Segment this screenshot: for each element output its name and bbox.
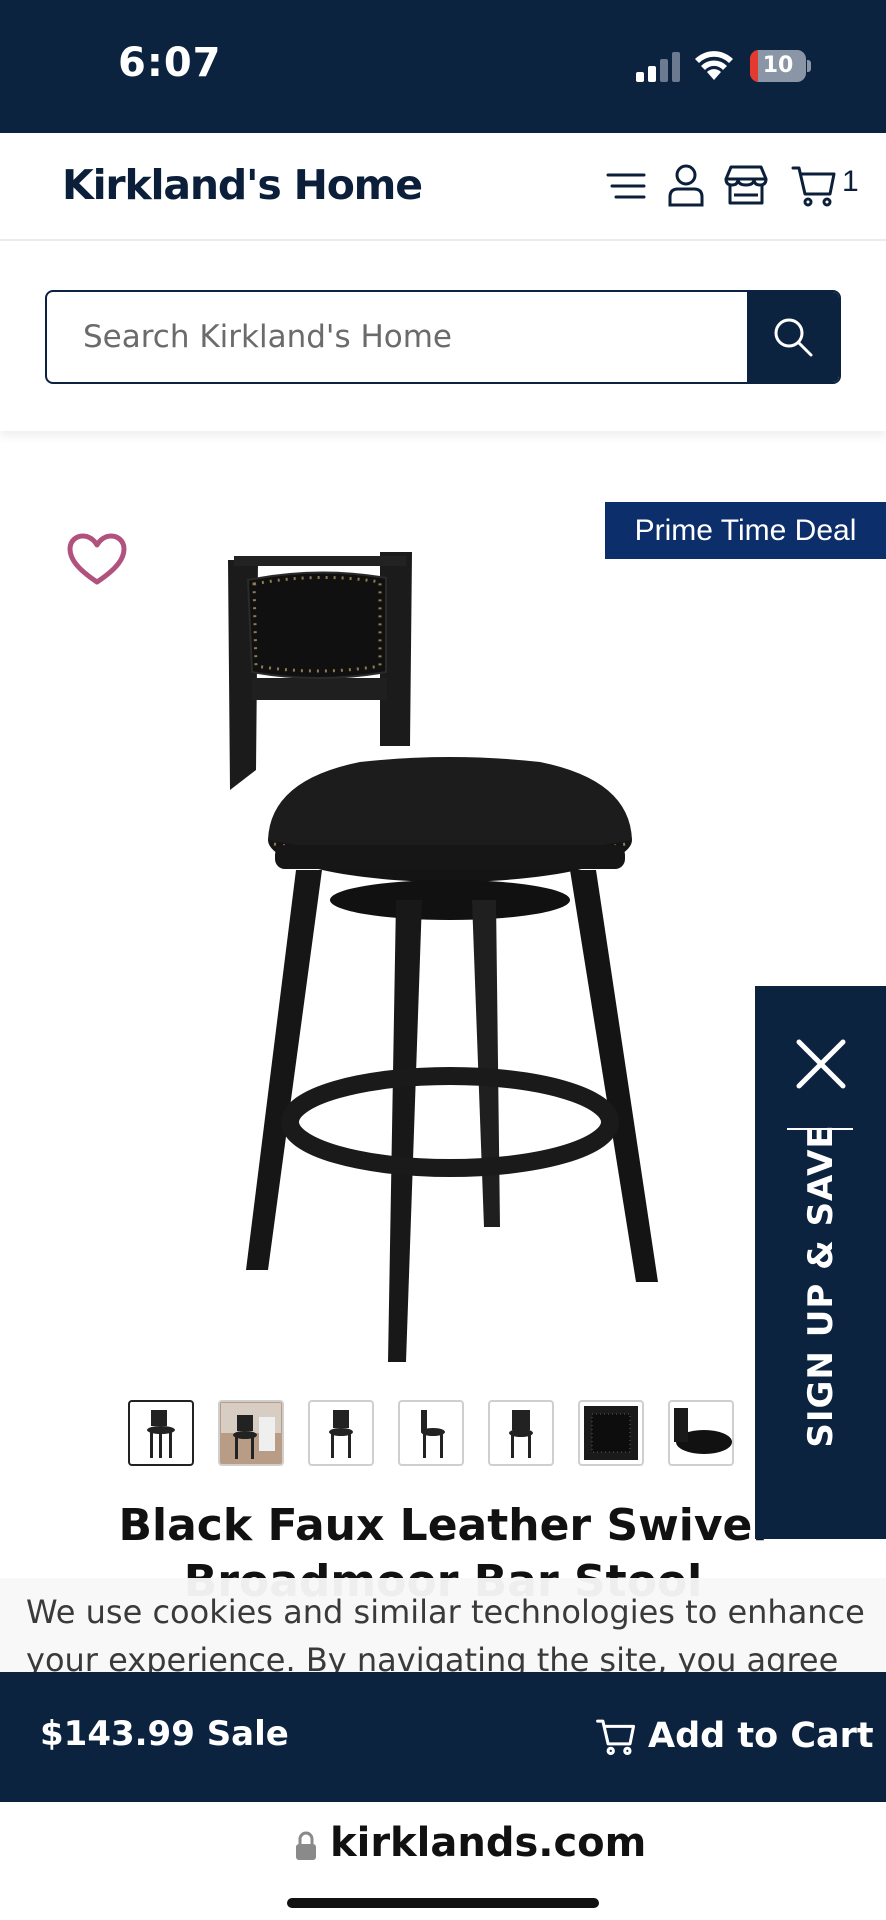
user-icon[interactable] [662,161,710,209]
product-title-line-1: Black Faux Leather Swivel [118,1500,768,1551]
sale-price: $143.99 Sale [40,1714,289,1754]
heart-icon[interactable] [66,532,128,588]
page: 6:07 10 Kirkland's Home 1 Search Kirklan… [0,0,886,1920]
browser-url-bar: kirklands.com [0,1802,886,1920]
cookie-banner: We use cookies and similar technologies … [0,1578,886,1672]
product-image[interactable] [210,500,680,1400]
signup-label[interactable]: SIGN UP & SAVE [801,1124,841,1447]
close-icon[interactable] [793,1036,849,1092]
search-input[interactable] [47,292,749,382]
sticky-purchase-bar: $143.99 Sale Add to Cart [0,1672,886,1802]
search-bar [45,290,841,384]
thumbnail-1[interactable] [128,1400,194,1466]
search-button[interactable] [747,292,839,382]
menu-icon[interactable] [602,161,650,209]
thumbnail-4[interactable] [398,1400,464,1466]
add-to-cart-button[interactable]: Add to Cart [594,1708,874,1764]
battery-indicator: 10 [750,50,812,82]
thumbnail-7[interactable] [668,1400,734,1466]
site-header: Kirkland's Home 1 [0,133,886,241]
site-logo[interactable]: Kirkland's Home [62,161,423,209]
cart-icon [596,1719,636,1756]
search-section [0,241,886,431]
cart-icon[interactable] [790,161,838,209]
signup-save-tab[interactable]: SIGN UP & SAVE [755,986,886,1539]
lock-icon [296,1831,316,1860]
cookie-text: We use cookies and similar technologies … [26,1593,865,1672]
url-domain[interactable]: kirklands.com [330,1820,646,1866]
status-bar: 6:07 10 [0,0,886,133]
thumbnail-2[interactable] [218,1400,284,1466]
wifi-icon [695,51,733,80]
home-indicator[interactable] [287,1898,599,1908]
search-icon [774,318,813,357]
status-time: 6:07 [118,40,222,86]
product-gallery: Prime Time Deal Black Faux Leather Swive… [0,460,886,1700]
thumbnail-6[interactable] [578,1400,644,1466]
add-to-cart-label[interactable]: Add to Cart [648,1716,874,1756]
cellular-signal-icon [636,52,680,82]
thumbnail-3[interactable] [308,1400,374,1466]
cart-count[interactable]: 1 [842,165,859,199]
thumbnail-5[interactable] [488,1400,554,1466]
store-icon[interactable] [722,161,770,209]
battery-percent: 10 [762,53,794,78]
